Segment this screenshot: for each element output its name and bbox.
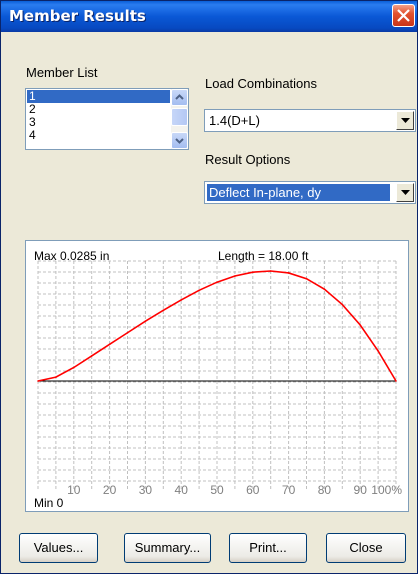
length-label: Length = 18.00 ft bbox=[218, 249, 309, 263]
x-tick-label: 50 bbox=[210, 483, 224, 497]
deflection-point bbox=[341, 303, 344, 306]
member-results-window: Member Results Member List 1 2 3 4 Load … bbox=[0, 0, 418, 574]
member-list-label: Member List bbox=[26, 65, 98, 80]
dropdown-arrow-icon bbox=[401, 190, 410, 195]
x-tick-label: 40 bbox=[175, 483, 189, 497]
result-options-value: Deflect In-plane, dy bbox=[206, 183, 391, 202]
deflection-point bbox=[162, 309, 165, 312]
x-tick-label: 30 bbox=[139, 483, 153, 497]
deflection-point bbox=[359, 324, 362, 326]
x-tick-label: 100% bbox=[371, 483, 402, 497]
load-combinations-select[interactable]: 1.4(D+L) bbox=[204, 109, 416, 132]
deflection-point bbox=[90, 355, 93, 357]
deflection-point bbox=[180, 299, 182, 301]
deflection-point bbox=[198, 289, 200, 292]
x-tick-label: 60 bbox=[246, 483, 260, 497]
min-value-label: Min 0 bbox=[34, 496, 64, 510]
deflection-point bbox=[144, 320, 147, 322]
result-options-select[interactable]: Deflect In-plane, dy bbox=[204, 181, 416, 204]
result-options-dropdown-button[interactable] bbox=[396, 183, 414, 202]
x-tick-label: 10 bbox=[67, 483, 81, 497]
deflection-point bbox=[55, 376, 57, 378]
member-listbox[interactable]: 1 2 3 4 bbox=[25, 88, 189, 150]
deflection-point bbox=[305, 277, 308, 280]
list-item[interactable]: 2 bbox=[27, 103, 170, 116]
deflection-point bbox=[234, 275, 236, 277]
list-item[interactable]: 4 bbox=[27, 129, 170, 142]
list-item[interactable]: 3 bbox=[27, 116, 170, 129]
x-tick-label: 80 bbox=[318, 483, 332, 497]
print-button[interactable]: Print... bbox=[229, 533, 307, 563]
deflection-point bbox=[252, 271, 254, 273]
deflection-point bbox=[126, 331, 129, 334]
max-value-label: Max 0.0285 in bbox=[34, 249, 109, 263]
load-combinations-label: Load Combinations bbox=[205, 76, 318, 91]
load-combinations-value: 1.4(D+L) bbox=[209, 113, 260, 128]
values-button[interactable]: Values... bbox=[19, 533, 98, 563]
scroll-thumb[interactable] bbox=[171, 108, 188, 126]
member-list-scrollbar[interactable] bbox=[171, 89, 188, 149]
result-options-label: Result Options bbox=[205, 152, 291, 167]
close-icon bbox=[397, 9, 410, 22]
deflection-point bbox=[287, 272, 290, 274]
summary-button[interactable]: Summary... bbox=[124, 533, 211, 563]
x-tick-label: 70 bbox=[282, 483, 296, 497]
chevron-up-icon bbox=[175, 94, 184, 100]
deflection-point bbox=[323, 288, 326, 290]
load-combinations-dropdown-button[interactable] bbox=[396, 111, 414, 130]
deflection-point bbox=[216, 281, 218, 283]
deflection-point bbox=[377, 350, 379, 352]
list-item[interactable]: 1 bbox=[27, 90, 170, 103]
scroll-down-button[interactable] bbox=[171, 132, 188, 149]
deflection-point bbox=[37, 380, 39, 382]
title-bar[interactable]: Member Results bbox=[1, 1, 417, 32]
close-button[interactable]: Close bbox=[326, 533, 406, 563]
deflection-chart: Max 0.0285 in Length = 18.00 ft Min 0 10 20 3… bbox=[25, 240, 409, 512]
deflection-point bbox=[395, 380, 397, 382]
x-tick-label: 20 bbox=[103, 483, 117, 497]
dropdown-arrow-icon bbox=[401, 118, 410, 123]
deflection-point bbox=[73, 366, 75, 369]
deflection-point bbox=[269, 270, 272, 272]
chevron-down-icon bbox=[175, 138, 184, 144]
x-tick-label: 90 bbox=[354, 483, 368, 497]
window-title: Member Results bbox=[9, 7, 146, 25]
scroll-up-button[interactable] bbox=[171, 89, 188, 106]
chart-canvas: Max 0.0285 in Length = 18.00 ft Min 010 20 3… bbox=[34, 249, 402, 510]
window-close-button[interactable] bbox=[392, 4, 415, 27]
deflection-point bbox=[108, 343, 111, 346]
